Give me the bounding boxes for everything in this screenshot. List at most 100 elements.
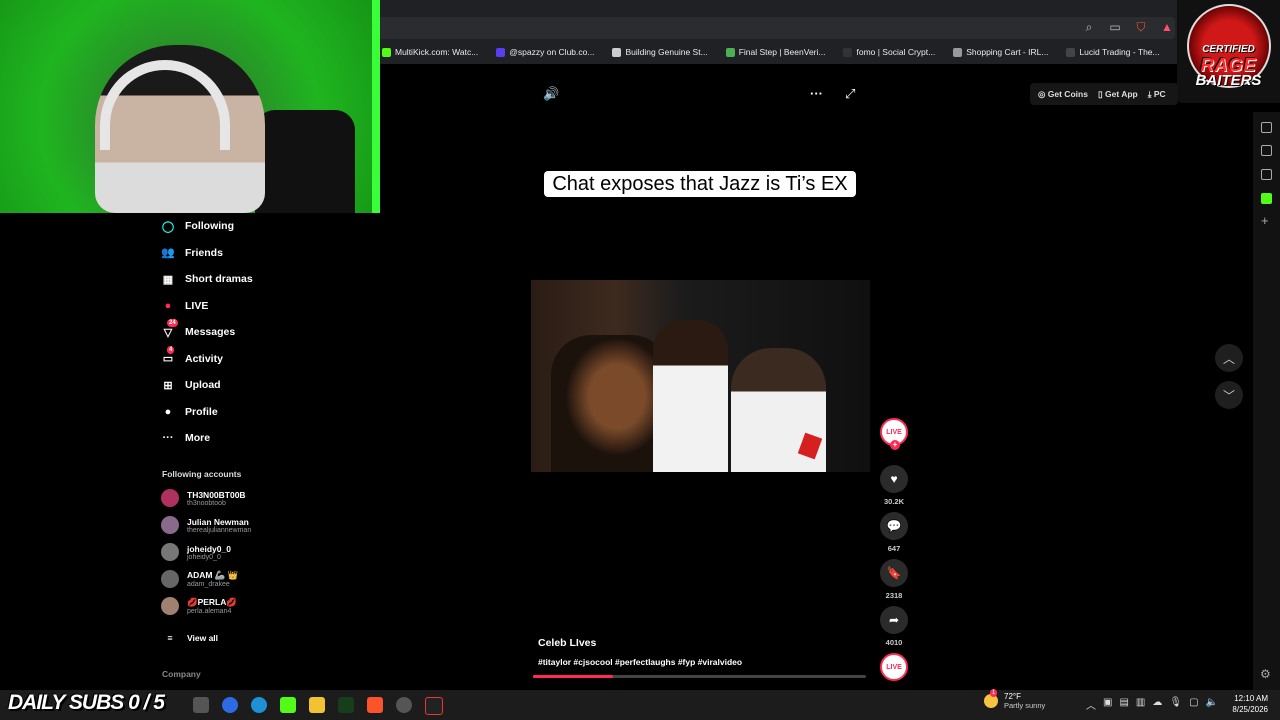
bookmark-item[interactable]: Building Genuine St...: [612, 47, 708, 57]
volume-icon[interactable]: 🔊: [543, 86, 559, 102]
cast-icon[interactable]: ▭: [1108, 20, 1122, 34]
edge-icon[interactable]: [251, 697, 267, 713]
account-handle: adam_drakee: [187, 581, 230, 588]
sidebar-item-following[interactable]: ◯ Following: [161, 219, 234, 233]
microphone-icon[interactable]: 🎙: [1169, 697, 1182, 712]
side-panel-icon-3[interactable]: [1261, 169, 1272, 180]
bookmark-item[interactable]: fomo | Social Crypt...: [843, 47, 935, 57]
bookmark-favicon-icon: [1066, 47, 1076, 57]
bookmark-icon: 🔖: [880, 559, 908, 587]
obs-icon[interactable]: [396, 697, 412, 713]
sidebar-item-activity[interactable]: ▭ 4 Activity: [161, 345, 223, 366]
zoom-icon[interactable]: ⌕: [1082, 20, 1096, 34]
kick-icon[interactable]: [1261, 193, 1272, 204]
file-explorer-icon[interactable]: [309, 697, 325, 713]
tray-app-icon-2[interactable]: ▤: [1119, 697, 1128, 712]
messages-icon: ▽ 24: [163, 319, 178, 339]
fullscreen-icon[interactable]: ⤢: [845, 86, 855, 102]
copilot-icon[interactable]: [222, 697, 238, 713]
like-button[interactable]: ♥ 30.2K: [877, 465, 911, 506]
like-count: 30.2K: [883, 497, 904, 506]
sidebar-item-profile[interactable]: ● Profile: [161, 405, 218, 419]
following-accounts-title: Following accounts: [162, 469, 242, 479]
brave-icon[interactable]: [367, 697, 383, 713]
side-panel-icon-1[interactable]: [1261, 122, 1272, 133]
get-coins-button[interactable]: ◎ Get Coins: [1038, 89, 1088, 100]
company-link[interactable]: Company: [162, 669, 201, 679]
tray-app-icon-3[interactable]: ▥: [1136, 697, 1145, 712]
account-handle: perla.aleman4: [187, 608, 232, 615]
volume-tray-icon[interactable]: 🔈: [1206, 697, 1218, 712]
following-account[interactable]: joheidy0_0 joheidy0_0: [161, 543, 231, 561]
video-progress-bar[interactable]: [533, 675, 866, 678]
following-account[interactable]: Julian Newman therealjuliannewman: [161, 516, 251, 534]
sidebar-item-more[interactable]: ··· More: [161, 431, 211, 445]
following-account[interactable]: 💋PERLA💋 perla.aleman4: [161, 597, 237, 615]
network-icon[interactable]: ▢: [1189, 697, 1198, 712]
webcam-glow-edge: [372, 0, 380, 213]
side-panel-icon-2[interactable]: [1261, 145, 1272, 156]
share-button[interactable]: ➦ 4010: [877, 606, 911, 647]
sound-live-avatar[interactable]: LIVE: [877, 653, 911, 681]
address-bar[interactable]: [380, 17, 1175, 39]
bookmark-favicon-icon: [843, 47, 853, 57]
capcut-icon[interactable]: [425, 697, 443, 715]
sidebar-item-label: Following: [185, 220, 234, 232]
next-video-button[interactable]: ﹀: [1215, 381, 1243, 409]
more-options-icon[interactable]: ···: [810, 86, 823, 101]
bookmark-item[interactable]: MultiKick.com: Watc...: [382, 47, 478, 57]
bookmarks-bar: MultiKick.com: Watc... @spazzy on Club.co…: [380, 40, 1180, 64]
sidebar-item-upload[interactable]: ⊞ Upload: [161, 378, 220, 392]
brave-shield-icon[interactable]: ⛉: [1134, 20, 1148, 34]
follow-plus-icon[interactable]: +: [890, 440, 900, 450]
taskview-icon[interactable]: [193, 697, 209, 713]
save-button[interactable]: 🔖 2318: [877, 559, 911, 600]
account-handle: joheidy0_0: [187, 553, 221, 561]
chevron-down-icon: ﹀: [1222, 388, 1235, 403]
bookmark-item[interactable]: Final Step | BeenVeri...: [725, 47, 825, 57]
bookmark-favicon-icon: [953, 47, 963, 57]
view-all-link[interactable]: ≡ View all: [161, 633, 218, 643]
sidebar-item-messages[interactable]: ▽ 24 Messages: [161, 319, 235, 339]
comment-button[interactable]: 💬 647: [877, 512, 911, 553]
tray-app-icon-1[interactable]: ▣: [1103, 697, 1112, 712]
profile-icon: ●: [164, 405, 172, 418]
live-icon: ●: [164, 299, 172, 312]
sidebar-item-friends[interactable]: 👥 Friends: [161, 246, 223, 260]
kick-app-icon[interactable]: [280, 697, 296, 713]
following-account[interactable]: TH3N00BT00B th3noobtoob: [161, 489, 246, 507]
account-name: 💋PERLA💋: [187, 597, 237, 607]
settings-gear-icon[interactable]: ⚙: [1260, 667, 1271, 681]
app-icon-green[interactable]: [338, 697, 354, 713]
following-account[interactable]: ADAM 🦾 👑 adam_drakee: [161, 570, 238, 588]
sidebar-item-short-dramas[interactable]: ▦ Short dramas: [161, 272, 253, 286]
brave-rewards-icon[interactable]: ▲: [1160, 20, 1174, 34]
taskbar-clock[interactable]: 12:10 AM 8/25/2026: [1222, 693, 1268, 715]
bookmark-item[interactable]: Shopping Cart - IRL...: [953, 47, 1048, 57]
tray-app-icon-4[interactable]: ☁: [1152, 697, 1162, 712]
account-name: ADAM 🦾 👑: [187, 570, 239, 580]
sidebar-item-label: Activity: [185, 352, 223, 365]
get-app-button[interactable]: ▯ Get App: [1098, 89, 1138, 100]
pc-app-button[interactable]: ⤓ PC: [1148, 89, 1166, 100]
weather-widget[interactable]: 1 72°F Partly sunny: [984, 689, 1045, 710]
bookmark-item[interactable]: @spazzy on Club.co...: [496, 47, 594, 57]
avatar: [161, 543, 179, 561]
video-hashtags[interactable]: #titaylor #cjsocool #perfectlaughs #fyp …: [538, 657, 742, 667]
sidebar-item-live[interactable]: ● LIVE: [161, 299, 209, 313]
share-count: 4010: [885, 638, 903, 647]
avatar: [161, 516, 179, 534]
sidebar-item-label: LIVE: [185, 299, 209, 312]
account-handle: therealjuliannewman: [187, 526, 252, 534]
tray-overflow-icon[interactable]: ︿: [1086, 697, 1096, 712]
share-icon: ➦: [880, 606, 908, 634]
notification-badge: 24: [167, 319, 178, 327]
video-player[interactable]: [531, 280, 870, 472]
more-icon: ···: [162, 432, 174, 444]
previous-video-button[interactable]: ︿: [1215, 344, 1243, 372]
bookmark-item[interactable]: Lucid Trading - The...: [1066, 47, 1160, 57]
video-author[interactable]: Celeb LIves: [538, 637, 596, 649]
creator-live-avatar[interactable]: LIVE +: [877, 418, 911, 450]
add-panel-icon[interactable]: +: [1261, 213, 1269, 228]
system-tray: ︿ ▣ ▤ ▥ ☁ 🎙 ▢ 🔈: [1086, 697, 1218, 712]
